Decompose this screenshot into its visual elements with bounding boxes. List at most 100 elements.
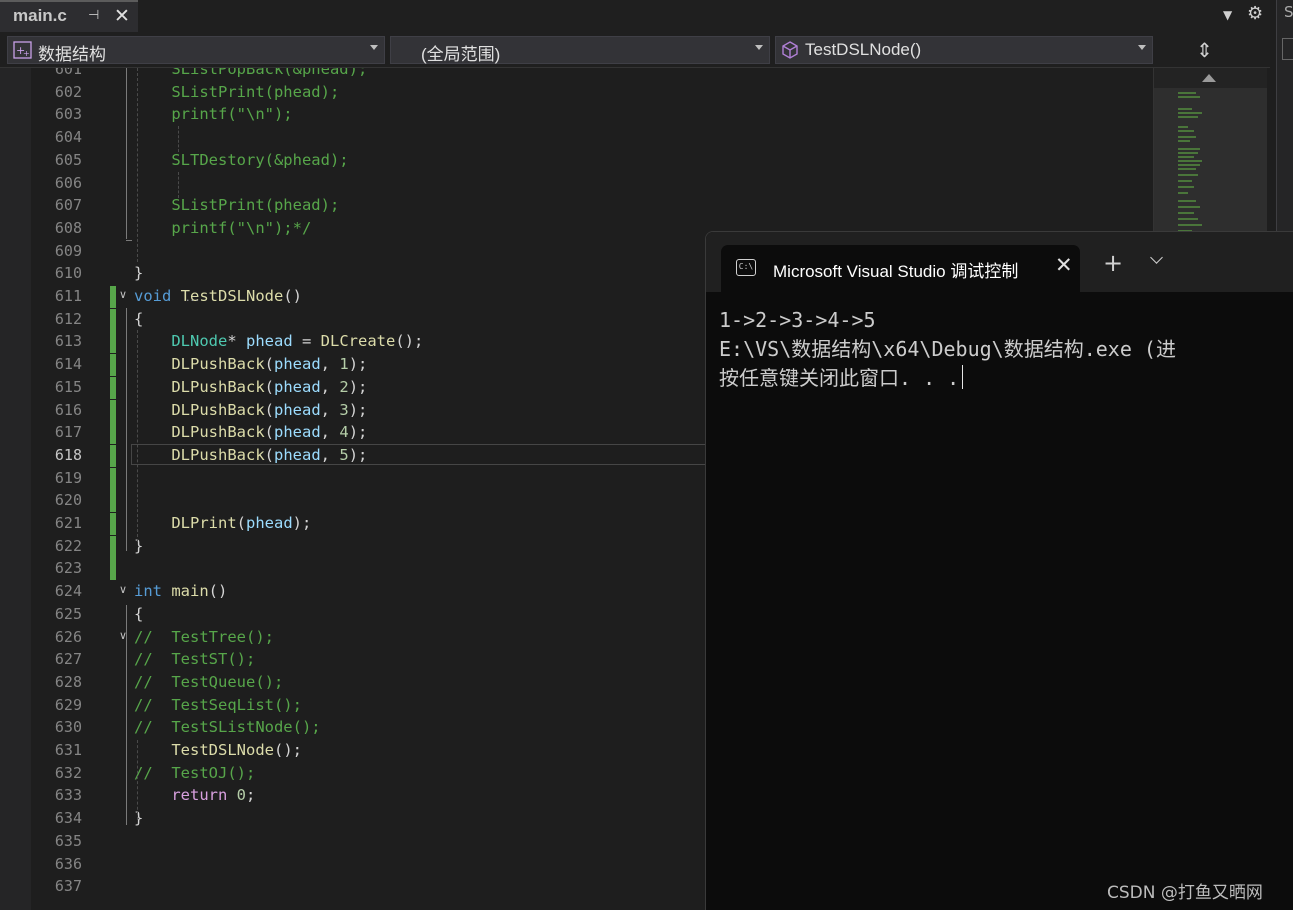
change-indicator bbox=[110, 376, 116, 399]
line-number: 604 bbox=[54, 128, 82, 147]
code-line[interactable]: 602 SListPrint(phead); bbox=[0, 82, 1152, 104]
code-text: // TestSeqList(); bbox=[134, 695, 302, 714]
console-titlebar: C:\ Microsoft Visual Studio 调试控制台 ✕ + bbox=[706, 232, 1293, 292]
quick-action-dots[interactable]: ··· bbox=[186, 294, 200, 307]
indent-guide bbox=[137, 330, 138, 542]
minimap-line bbox=[1178, 140, 1190, 142]
console-line: 按任意键关闭此窗口. . . bbox=[719, 366, 960, 390]
minimap-line bbox=[1178, 148, 1200, 150]
line-number: 631 bbox=[54, 741, 82, 759]
line-number: 611 bbox=[54, 287, 82, 305]
panel-label: S bbox=[1284, 3, 1293, 21]
code-line[interactable]: 603 printf("\n"); bbox=[0, 104, 1152, 126]
brace-guide-end bbox=[126, 240, 132, 241]
minimap-line bbox=[1178, 152, 1198, 154]
code-line[interactable]: 606 bbox=[0, 173, 1152, 195]
line-number: 609 bbox=[54, 241, 82, 260]
chevron-down-icon[interactable] bbox=[1150, 251, 1163, 264]
code-text: // TestST(); bbox=[134, 650, 256, 669]
tab-label: main.c bbox=[13, 6, 67, 25]
line-number: 629 bbox=[54, 695, 82, 714]
line-number: 618 bbox=[54, 445, 82, 464]
code-text: DLPrint(phead); bbox=[171, 514, 312, 532]
console-line: 1->2->3->4->5 bbox=[719, 308, 876, 332]
code-text: // TestOJ(); bbox=[134, 763, 256, 782]
line-number: 621 bbox=[54, 514, 82, 532]
new-tab-icon[interactable]: + bbox=[1103, 251, 1123, 275]
close-icon[interactable]: ✕ bbox=[1055, 253, 1073, 277]
minimap-line bbox=[1178, 136, 1196, 138]
minimap-line bbox=[1178, 224, 1202, 226]
minimap-line bbox=[1178, 164, 1200, 166]
minimap-line bbox=[1178, 212, 1194, 214]
indent-guide bbox=[178, 172, 179, 198]
close-icon[interactable]: ✕ bbox=[114, 5, 130, 27]
console-tab[interactable]: C:\ Microsoft Visual Studio 调试控制台 ✕ bbox=[721, 245, 1080, 292]
change-indicator bbox=[110, 467, 116, 490]
navigation-bar: + + 数据结构 (全局范围) TestDSLNode() ⇕ bbox=[0, 32, 1270, 68]
minimap-line bbox=[1178, 116, 1198, 118]
minimap-line bbox=[1178, 174, 1198, 176]
pin-icon[interactable]: ⊣ bbox=[88, 8, 99, 23]
code-line[interactable]: 601 SListPopBack(&phead); bbox=[0, 68, 1152, 81]
minimap-line bbox=[1178, 130, 1194, 132]
line-number: 628 bbox=[54, 672, 82, 691]
scope-label: (全局范围) bbox=[421, 45, 501, 64]
indent-guide bbox=[137, 68, 138, 262]
code-line[interactable]: 607 SListPrint(phead); bbox=[0, 195, 1152, 217]
line-number: 613 bbox=[54, 332, 82, 351]
text-caret bbox=[962, 365, 964, 389]
line-number: 608 bbox=[54, 218, 82, 237]
code-text: DLPushBack(phead, 3); bbox=[171, 400, 368, 419]
minimap-line bbox=[1178, 112, 1202, 114]
debug-console-window[interactable]: C:\ Microsoft Visual Studio 调试控制台 ✕ + 1-… bbox=[705, 231, 1293, 910]
scope-dropdown[interactable]: (全局范围) bbox=[390, 36, 770, 64]
code-text: { bbox=[134, 604, 144, 623]
line-number: 625 bbox=[54, 604, 82, 623]
panel-nav-box[interactable] bbox=[1282, 38, 1293, 60]
change-indicator bbox=[110, 535, 116, 558]
change-indicator bbox=[110, 399, 116, 422]
line-number: 630 bbox=[54, 718, 82, 737]
tab-list-dropdown-icon[interactable]: ▼ bbox=[1223, 8, 1232, 22]
split-editor-icon[interactable]: ⇕ bbox=[1196, 38, 1213, 62]
minimap-line bbox=[1178, 92, 1196, 94]
code-text: int main() bbox=[134, 582, 228, 601]
project-label: 数据结构 bbox=[38, 45, 106, 64]
code-text: printf("\n"); bbox=[134, 105, 293, 124]
scroll-up-icon[interactable] bbox=[1202, 74, 1216, 82]
line-number: 622 bbox=[54, 536, 82, 555]
code-text: DLPushBack(phead, 1); bbox=[171, 355, 368, 374]
minimap-line bbox=[1178, 160, 1202, 162]
line-number: 636 bbox=[54, 854, 82, 873]
line-number: 614 bbox=[54, 355, 82, 374]
code-text: // TestQueue(); bbox=[134, 672, 284, 691]
code-text: TestDSLNode(); bbox=[171, 741, 302, 759]
code-line[interactable]: 604 bbox=[0, 127, 1152, 149]
brace-guide bbox=[126, 308, 127, 551]
project-dropdown[interactable]: + + 数据结构 bbox=[7, 36, 385, 64]
line-number: 610 bbox=[54, 264, 82, 283]
fold-chevron-icon[interactable]: ∨ bbox=[119, 583, 127, 596]
code-text: // TestTree(); bbox=[134, 627, 274, 646]
code-text: SLTDestory(&phead); bbox=[134, 150, 349, 169]
tab-main-c[interactable]: main.c ⊣ ✕ bbox=[0, 0, 138, 32]
fold-chevron-icon[interactable]: ∨ bbox=[119, 288, 127, 301]
chevron-down-icon bbox=[1138, 45, 1146, 50]
member-dropdown[interactable]: TestDSLNode() bbox=[775, 36, 1153, 64]
chevron-down-icon bbox=[370, 45, 378, 50]
line-number: 605 bbox=[54, 150, 82, 169]
change-indicator bbox=[110, 331, 116, 354]
minimap-line bbox=[1178, 192, 1188, 194]
code-text: } bbox=[134, 264, 144, 283]
brace-guide bbox=[126, 68, 127, 239]
code-line[interactable]: 605 SLTDestory(&phead); bbox=[0, 150, 1152, 172]
indent-guide bbox=[137, 740, 138, 820]
gear-icon[interactable]: ⚙ bbox=[1247, 3, 1263, 24]
line-number: 615 bbox=[54, 377, 82, 396]
console-output[interactable]: 1->2->3->4->5 E:\VS\数据结构\x64\Debug\数据结构.e… bbox=[719, 306, 1176, 393]
indent-guide bbox=[178, 126, 179, 152]
code-text: SListPrint(phead); bbox=[134, 82, 340, 101]
code-text: } bbox=[134, 536, 144, 555]
change-indicator bbox=[110, 444, 116, 467]
